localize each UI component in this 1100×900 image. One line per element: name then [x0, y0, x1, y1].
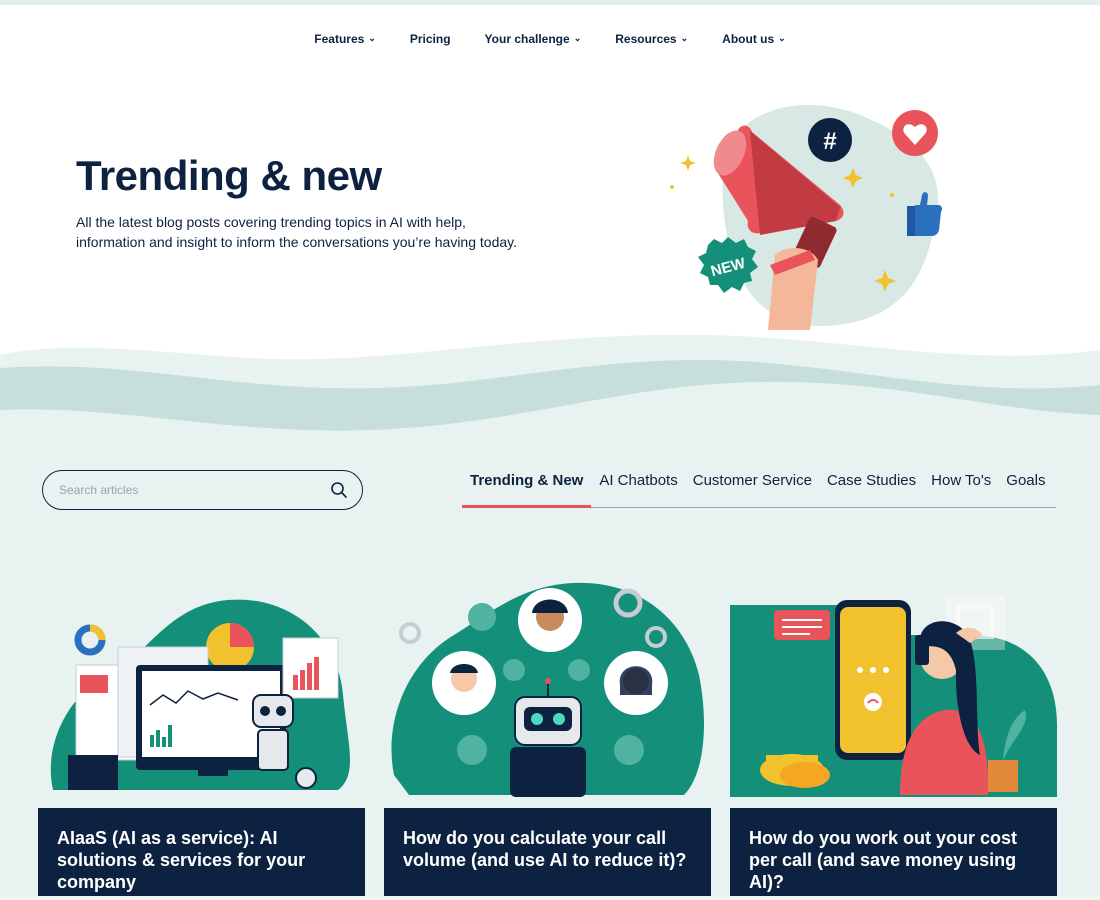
article-card[interactable]: AIaaS (AI as a service): AI solutions & …: [38, 575, 365, 900]
chevron-down-icon: ⌄: [573, 32, 582, 43]
article-title[interactable]: How do you calculate your call volume (a…: [403, 827, 692, 871]
nav-item-about-us[interactable]: About us ⌄: [722, 29, 786, 49]
article-card[interactable]: How do you work out your cost per call (…: [730, 575, 1057, 900]
nav-item-your-challenge[interactable]: Your challenge ⌄: [485, 29, 582, 49]
search-articles-box: [42, 470, 363, 510]
top-accent-bar: [0, 0, 1100, 5]
article-title[interactable]: How do you work out your cost per call (…: [749, 827, 1038, 893]
megaphone-illustration: # NEW: [670, 105, 942, 330]
aiaas-illustration: [50, 599, 350, 790]
chevron-down-icon: ⌄: [778, 32, 786, 43]
tab-how-tos[interactable]: How To's: [923, 468, 998, 507]
nav-item-label: Features: [314, 32, 365, 46]
category-tabs: Trending & New AI Chatbots Customer Serv…: [462, 468, 1056, 508]
tab-case-studies[interactable]: Case Studies: [819, 468, 923, 507]
call-volume-illustration: [391, 582, 704, 797]
page-bottom-edge: [0, 896, 1100, 900]
chevron-down-icon: ⌄: [368, 32, 376, 43]
article-title[interactable]: AIaaS (AI as a service): AI solutions & …: [57, 827, 346, 893]
svg-text:#: #: [823, 128, 836, 155]
cost-per-call-illustration: [730, 595, 1057, 797]
chevron-down-icon: ⌄: [680, 32, 689, 43]
page-description: All the latest blog posts covering trend…: [76, 214, 517, 250]
article-card[interactable]: How do you calculate your call volume (a…: [384, 575, 711, 900]
article-title-box: AIaaS (AI as a service): AI solutions & …: [38, 808, 365, 900]
article-title-box: How do you calculate your call volume (a…: [384, 808, 711, 900]
search-icon[interactable]: [330, 481, 348, 499]
tab-trending-new[interactable]: Trending & New: [462, 468, 592, 508]
nav-item-resources[interactable]: Resources ⌄: [615, 29, 688, 49]
tab-customer-service[interactable]: Customer Service: [685, 468, 819, 507]
article-title-box: How do you work out your cost per call (…: [730, 808, 1057, 900]
nav-item-label: About us: [722, 32, 775, 46]
main-nav: Features ⌄ Pricing Your challenge ⌄ Reso…: [0, 29, 1100, 49]
wave-divider: [0, 330, 1100, 431]
tab-goals[interactable]: Goals: [998, 468, 1052, 507]
nav-item-label: Resources: [615, 32, 677, 46]
search-input[interactable]: [59, 483, 330, 497]
tab-ai-chatbots[interactable]: AI Chatbots: [591, 468, 684, 507]
page-title: Trending & new: [76, 152, 382, 199]
nav-item-features[interactable]: Features ⌄: [314, 29, 376, 49]
nav-item-pricing[interactable]: Pricing: [410, 29, 451, 49]
nav-item-label: Your challenge: [484, 32, 570, 46]
nav-item-label: Pricing: [409, 32, 451, 46]
